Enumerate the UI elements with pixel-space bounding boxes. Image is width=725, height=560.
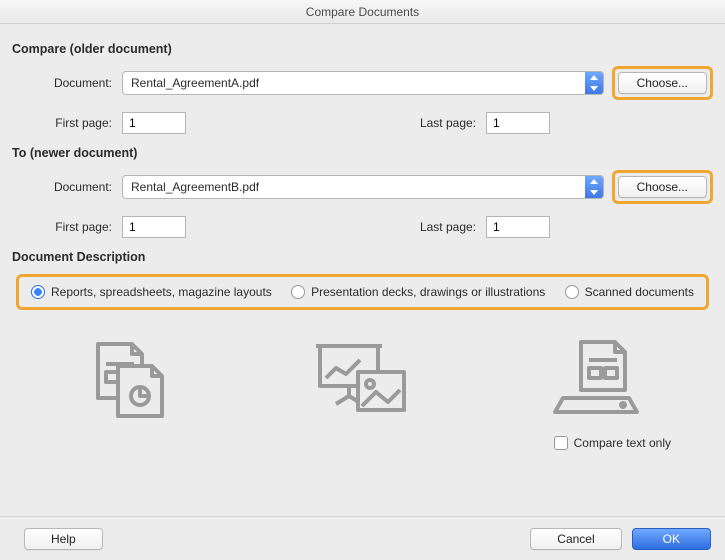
older-last-page-input[interactable] [486, 112, 550, 134]
radio-icon [31, 285, 45, 299]
newer-document-row: Document: Rental_AgreementB.pdf Choose..… [12, 170, 713, 204]
newer-document-value: Rental_AgreementB.pdf [123, 180, 585, 194]
select-stepper-icon [585, 176, 603, 198]
compare-text-only-checkbox[interactable] [554, 436, 568, 450]
older-heading: Compare (older document) [12, 42, 713, 56]
newer-pages-row: First page: Last page: [12, 216, 713, 238]
newer-choose-highlight: Choose... [612, 170, 713, 204]
older-last-page-label: Last page: [396, 116, 486, 130]
newer-heading: To (newer document) [12, 146, 713, 160]
radio-label-decks: Presentation decks, drawings or illustra… [311, 285, 545, 299]
dialog-titlebar: Compare Documents [0, 0, 725, 24]
older-document-row: Document: Rental_AgreementA.pdf Choose..… [12, 66, 713, 100]
older-choose-highlight: Choose... [612, 66, 713, 100]
dialog-title: Compare Documents [306, 5, 419, 19]
newer-last-page-input[interactable] [486, 216, 550, 238]
ok-button[interactable]: OK [632, 528, 711, 550]
dialog-footer: Help Cancel OK [0, 516, 725, 560]
older-first-page-label: First page: [12, 116, 122, 130]
compare-text-only-row: Compare text only [12, 436, 713, 450]
newer-first-page-label: First page: [12, 220, 122, 234]
older-pages-row: First page: Last page: [12, 112, 713, 134]
older-document-label: Document: [12, 76, 122, 90]
select-stepper-icon [585, 72, 603, 94]
description-icons-row [12, 328, 713, 428]
radio-option-reports[interactable]: Reports, spreadsheets, magazine layouts [31, 285, 272, 299]
newer-last-page-label: Last page: [396, 220, 486, 234]
description-heading: Document Description [12, 250, 713, 264]
compare-text-only-label: Compare text only [574, 436, 671, 450]
newer-document-select[interactable]: Rental_AgreementB.pdf [122, 175, 604, 199]
older-document-select[interactable]: Rental_AgreementA.pdf [122, 71, 604, 95]
scanned-documents-icon [553, 338, 643, 418]
help-button[interactable]: Help [24, 528, 103, 550]
description-radio-group: Reports, spreadsheets, magazine layouts … [16, 274, 709, 310]
older-document-value: Rental_AgreementA.pdf [123, 76, 585, 90]
radio-label-reports: Reports, spreadsheets, magazine layouts [51, 285, 272, 299]
radio-icon [565, 285, 579, 299]
cancel-button[interactable]: Cancel [530, 528, 621, 550]
newer-choose-button[interactable]: Choose... [618, 176, 707, 198]
radio-label-scanned: Scanned documents [585, 285, 694, 299]
newer-first-page-input[interactable] [122, 216, 186, 238]
older-choose-button[interactable]: Choose... [618, 72, 707, 94]
radio-option-decks[interactable]: Presentation decks, drawings or illustra… [291, 285, 545, 299]
radio-icon [291, 285, 305, 299]
reports-documents-icon [82, 338, 172, 418]
radio-option-scanned[interactable]: Scanned documents [565, 285, 694, 299]
presentation-drawings-icon [312, 338, 412, 418]
older-first-page-input[interactable] [122, 112, 186, 134]
newer-document-label: Document: [12, 180, 122, 194]
